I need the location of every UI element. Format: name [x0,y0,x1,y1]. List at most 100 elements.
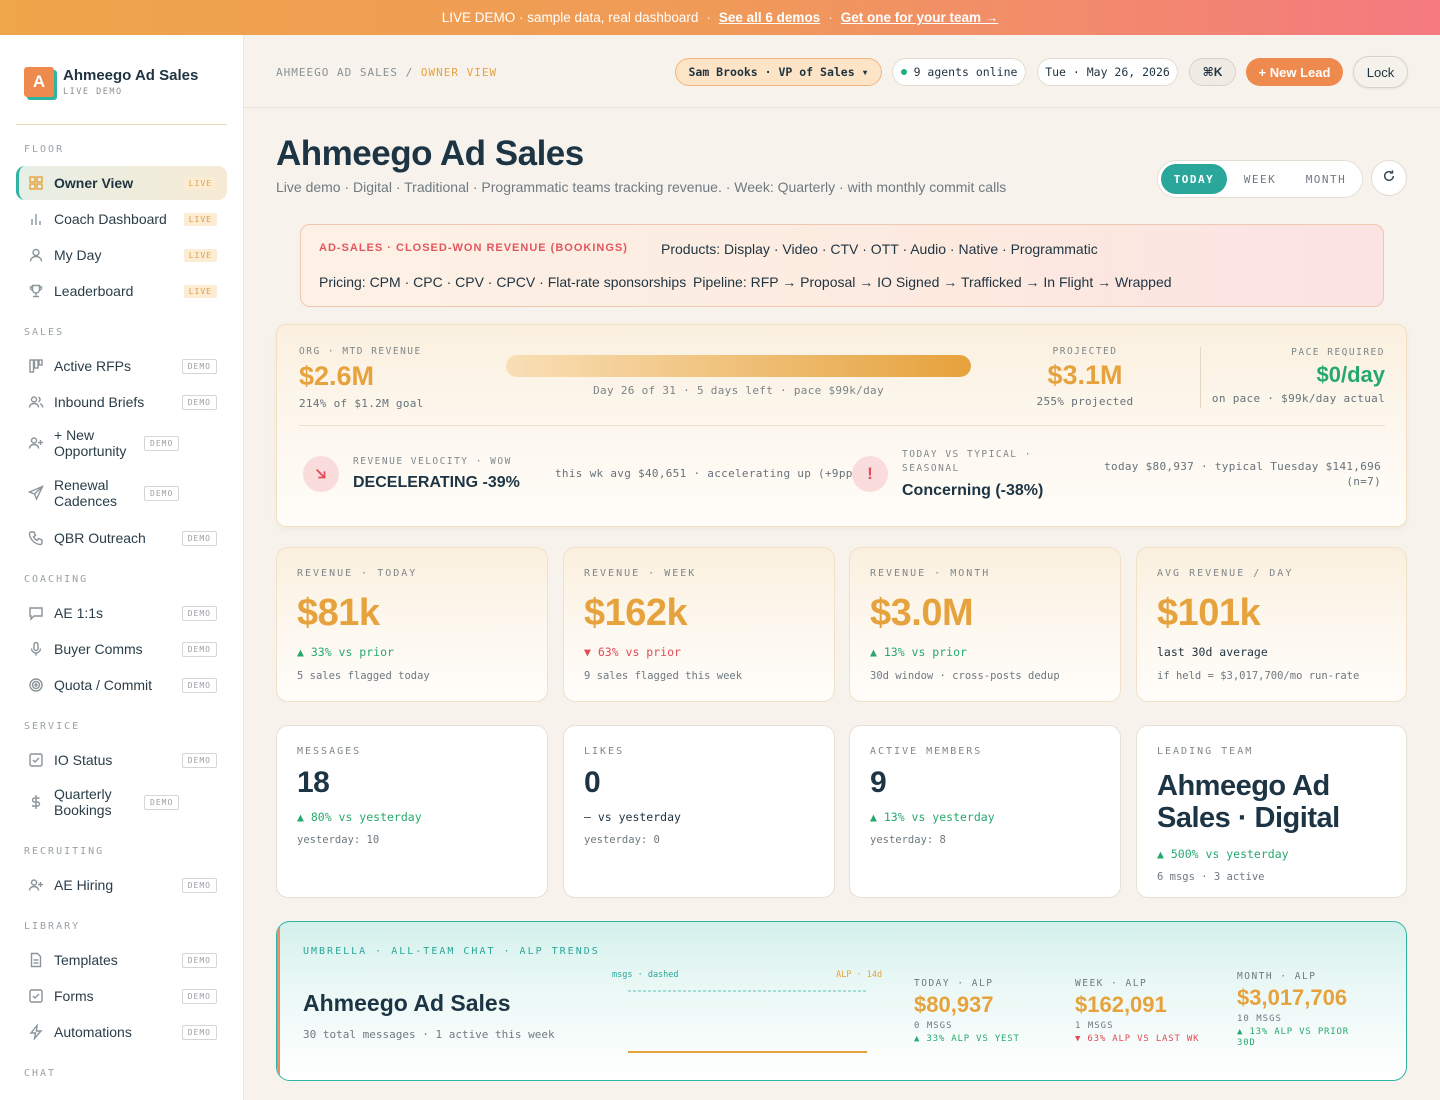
brand-subtitle: LIVE DEMO [63,87,123,97]
demo-badge: DEMO [181,752,217,768]
demo-badge: DEMO [181,1024,217,1040]
sidebar-item-qbr-outreach[interactable]: QBR Outreach DEMO [16,521,227,555]
sidebar-item-new-opportunity[interactable]: + New Opportunity DEMO [16,422,227,464]
page-title: Ahmeego Ad Sales [276,134,584,173]
range-today-button[interactable]: TODAY [1161,164,1227,194]
see-all-demos-link[interactable]: See all 6 demos [719,10,820,25]
umbrella-trends-card[interactable]: UMBRELLA · ALL-TEAM CHAT · ALP TRENDS Ah… [276,921,1407,1081]
leading-team-card[interactable]: LEADING TEAM Ahmeego Ad Sales · Digital … [1136,725,1407,898]
breadcrumb-separator: / [405,66,414,79]
zap-icon [26,1022,46,1042]
info-pipeline: Pipeline: RFP → Proposal → IO Signed → T… [693,274,1172,290]
online-dot-icon [900,69,907,75]
sidebar-item-ae-hiring[interactable]: AE Hiring DEMO [16,868,227,902]
sidebar-item-owner-view[interactable]: Owner View LIVE [16,166,227,200]
active-members-card[interactable]: ACTIVE MEMBERS 9 ▲ 13% vs yesterday yest… [849,725,1121,898]
typical-value: Concerning (-38%) [902,482,1044,499]
get-one-link[interactable]: Get one for your team → [841,10,999,25]
banner-text: LIVE DEMO · sample data, real dashboard [441,10,699,25]
trophy-icon [26,281,46,301]
check-square-icon [26,986,46,1006]
card-footnote: 5 sales flagged today [297,670,430,682]
sidebar-item-coach-dashboard[interactable]: Coach Dashboard LIVE [16,202,227,236]
brand[interactable]: A Ahmeego Ad Sales LIVE DEMO [24,67,198,97]
sidebar-item-active-rfps[interactable]: Active RFPs DEMO [16,349,227,383]
sidebar-item-buyer-comms[interactable]: Buyer Comms DEMO [16,632,227,666]
demo-badge: DEMO [144,485,180,501]
brand-divider [16,124,227,125]
range-month-button[interactable]: MONTH [1293,164,1359,194]
mtd-goal: 214% of $1.2M goal [299,397,424,410]
card-value: $81k [297,592,380,634]
sidebar-item-io-status[interactable]: IO Status DEMO [16,743,227,777]
revenue-today-card[interactable]: REVENUE · TODAY $81k ▲ 33% vs prior 5 sa… [276,547,548,702]
demo-badge: DEMO [181,605,217,621]
sparkline-legend-alp: ALP · 14d [836,970,883,980]
card-caption: REVENUE · MONTH [870,568,991,579]
banner-separator: · [828,10,833,25]
sidebar-item-my-day[interactable]: My Day LIVE [16,238,227,272]
agents-online-text: 9 agents online [913,65,1018,79]
avg-revenue-card[interactable]: AVG REVENUE / DAY $101k last 30d average… [1136,547,1407,702]
card-delta: ▲ 13% vs yesterday [870,810,995,824]
mtd-value: $2.6M [299,361,375,391]
demo-badge: DEMO [181,641,217,657]
refresh-button[interactable] [1371,160,1407,196]
target-icon [26,675,46,695]
revenue-month-card[interactable]: REVENUE · MONTH $3.0M ▲ 13% vs prior 30d… [849,547,1121,702]
new-lead-button[interactable]: + New Lead [1246,58,1343,86]
sidebar-item-label: Active RFPs [54,358,132,374]
sidebar-item-renewal-cadences[interactable]: Renewal Cadences DEMO [16,472,227,514]
sidebar-item-label: Owner View [54,175,134,191]
product-info-panel: AD-SALES · CLOSED-WON REVENUE (BOOKINGS)… [300,224,1384,307]
sidebar-item-automations[interactable]: Automations DEMO [16,1015,227,1049]
range-week-button[interactable]: WEEK [1227,164,1293,194]
stat-msgs: 1 MSGS [1075,1021,1114,1031]
projected-sub: 255% projected [1036,395,1134,408]
card-caption: LEADING TEAM [1157,746,1254,757]
sidebar-item-inbound-briefs[interactable]: Inbound Briefs DEMO [16,385,227,419]
dollar-icon [26,792,46,812]
user-switcher[interactable]: Sam Brooks · VP of Sales ▾ [675,58,882,86]
lock-button[interactable]: Lock [1353,56,1408,88]
revenue-week-card[interactable]: REVENUE · WEEK $162k ▼ 63% vs prior 9 sa… [563,547,835,702]
sidebar-item-forms[interactable]: Forms DEMO [16,979,227,1013]
demo-badge: DEMO [181,677,217,693]
card-value: $162k [584,592,688,634]
typical-detail-line2: (n=7) [1346,475,1381,488]
message-icon [26,603,46,623]
sidebar-item-templates[interactable]: Templates DEMO [16,943,227,977]
typical-caption-line1: TODAY VS TYPICAL · [902,449,1032,460]
arrow-down-right-icon [303,456,339,492]
breadcrumb-root[interactable]: AHMEEGO AD SALES [276,66,398,79]
sidebar-item-label: Quota / Commit [54,677,153,693]
projected-caption: PROJECTED [1052,346,1118,357]
likes-card[interactable]: LIKES 0 — vs yesterday yesterday: 0 [563,725,835,898]
info-products: Products: Display · Video · CTV · OTT · … [661,241,1098,257]
mtd-divider [1200,347,1201,408]
sidebar-item-label: QBR Outreach [54,530,146,546]
card-caption: MESSAGES [297,746,362,757]
sparkline-legend-msgs: msgs · dashed [612,970,679,980]
card-value: $3.0M [870,592,974,634]
user-icon [26,245,46,265]
messages-card[interactable]: MESSAGES 18 ▲ 80% vs yesterday yesterday… [276,725,548,898]
pace-sub: on pace · $99k/day actual [1211,392,1385,405]
card-caption: AVG REVENUE / DAY [1157,568,1294,579]
sidebar-item-label: Leaderboard [54,283,134,299]
sidebar-item-leaderboard[interactable]: Leaderboard LIVE [16,274,227,308]
banner-separator: · [706,10,711,25]
breadcrumb: AHMEEGO AD SALES / OWNER VIEW [276,66,497,79]
sidebar-item-quarterly-bookings[interactable]: Quarterly Bookings DEMO [16,781,227,823]
sidebar-item-quota-commit[interactable]: Quota / Commit DEMO [16,668,227,702]
sidebar-item-ae-1on1s[interactable]: AE 1:1s DEMO [16,596,227,630]
mtd-progress-text: Day 26 of 31 · 5 days left · pace $99k/d… [593,384,884,397]
stat-value: $80,937 [914,992,994,1017]
sidebar-item-label: My Day [54,247,102,263]
demo-badge: DEMO [181,877,217,893]
sidebar-item-label: IO Status [54,752,113,768]
command-palette-button[interactable]: ⌘K [1189,58,1236,86]
card-value: 0 [584,766,601,799]
sidebar-item-label: Quarterly Bookings [54,786,112,818]
mtd-progress-track [506,355,971,377]
